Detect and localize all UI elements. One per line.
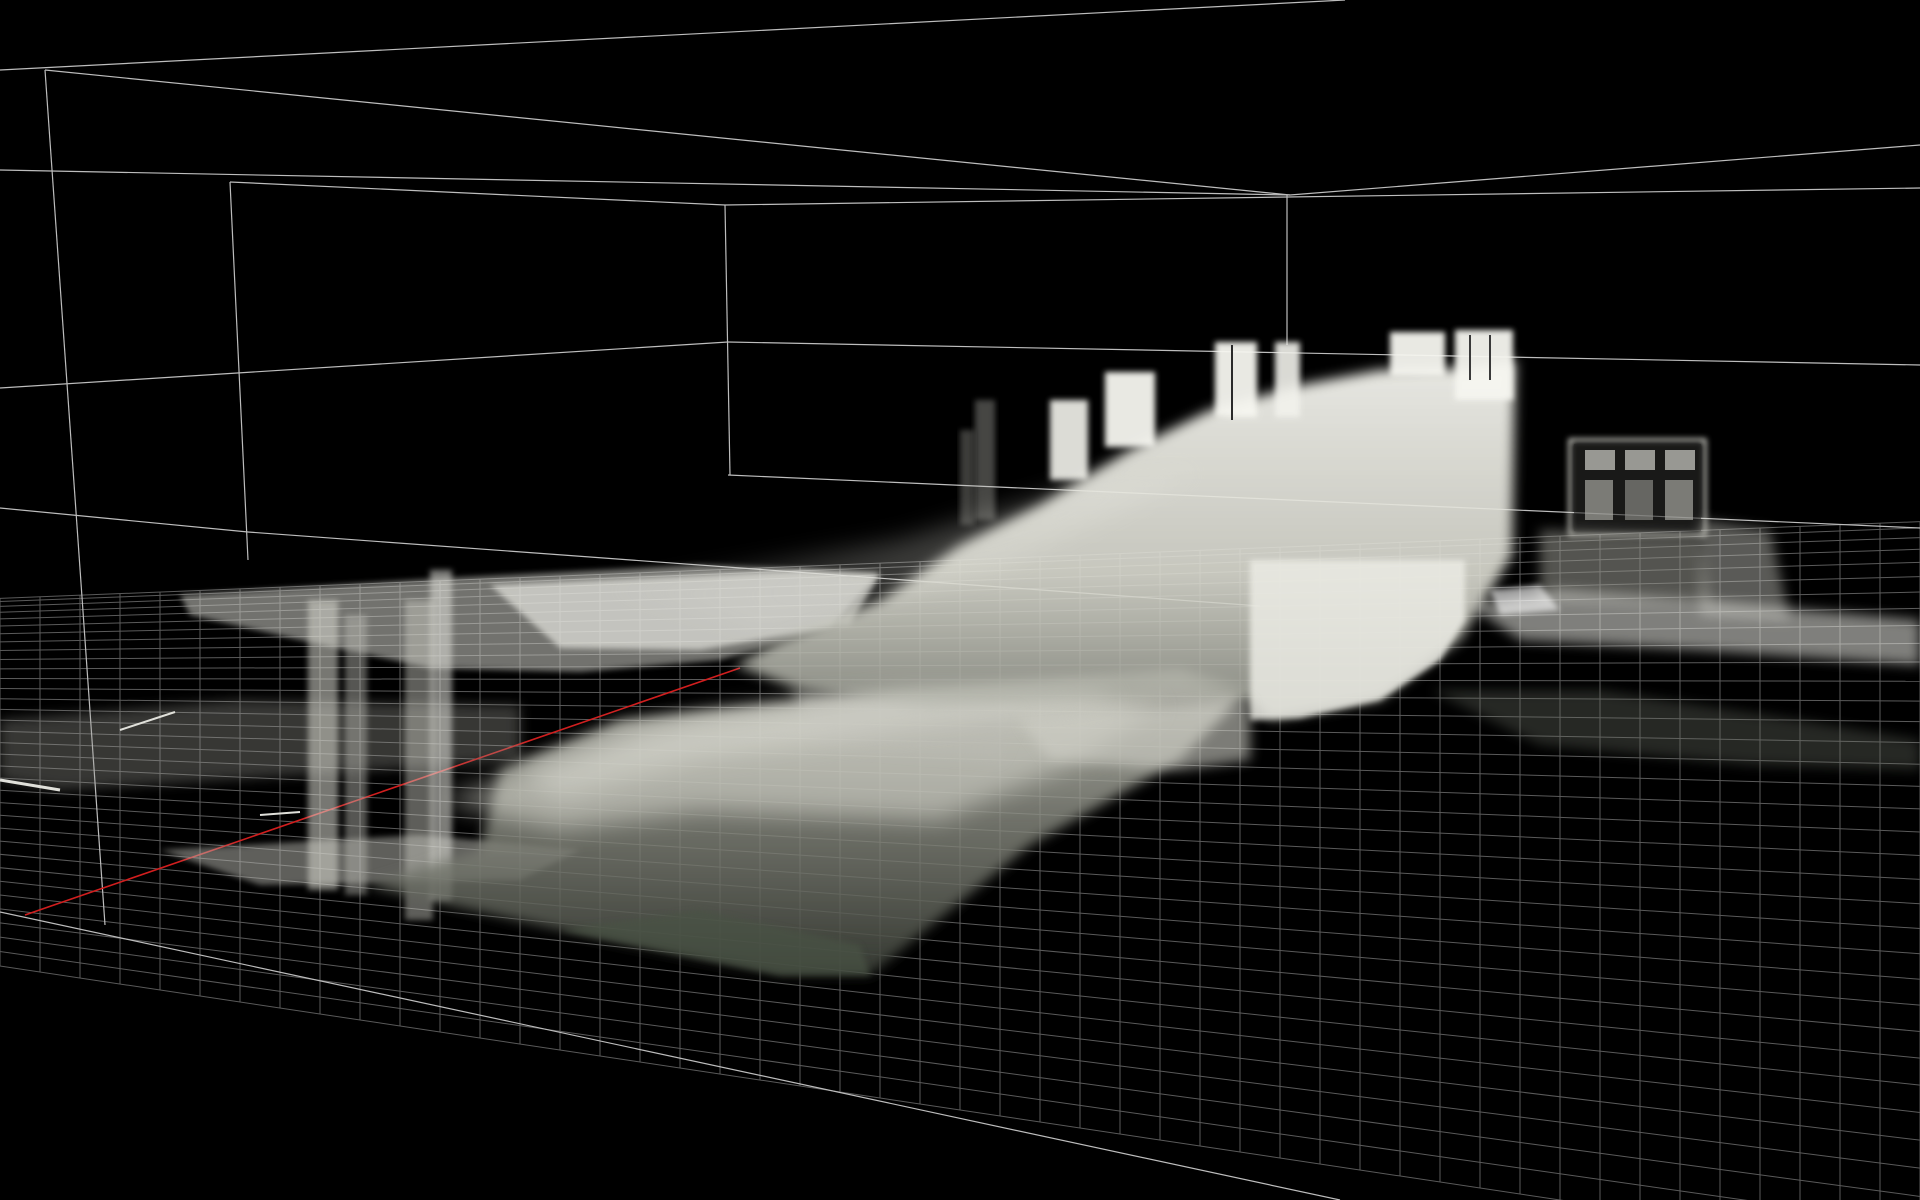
- scene-canvas[interactable]: [0, 0, 1920, 1200]
- point-cloud-viewport[interactable]: [0, 0, 1920, 1200]
- right-floor-scan: [1430, 585, 1920, 770]
